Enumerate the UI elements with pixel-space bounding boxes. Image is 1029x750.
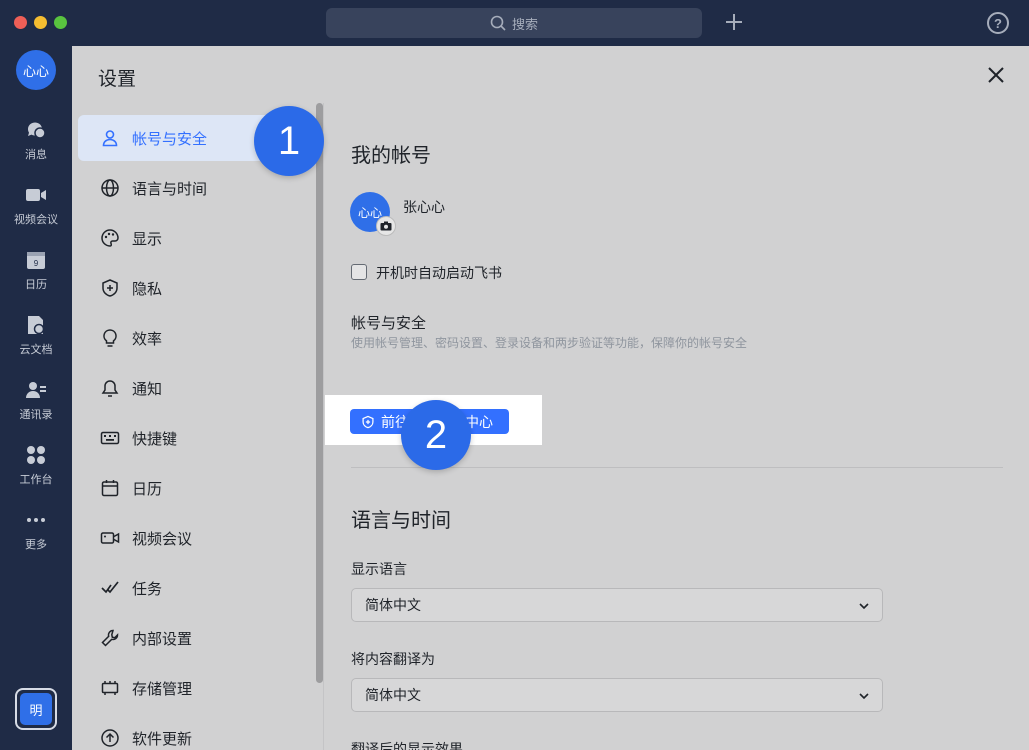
rail-label: 工作台 (19, 474, 53, 486)
update-icon (101, 729, 119, 747)
nav-label: 通知 (132, 380, 163, 398)
nav-item-notifications[interactable]: 通知 (78, 365, 316, 411)
display-language-select[interactable]: 简体中文 (351, 588, 883, 622)
close-icon[interactable] (984, 63, 1008, 87)
rail-item-docs[interactable]: 云文档 (0, 313, 72, 369)
nav-label: 存储管理 (132, 680, 193, 698)
nav-label: 帐号与安全 (132, 130, 208, 148)
storage-icon (101, 681, 119, 695)
section-heading-my-account: 我的帐号 (351, 145, 431, 167)
rail-item-messages[interactable]: 消息 (0, 118, 72, 174)
rail-item-calendar[interactable]: 9 日历 (0, 248, 72, 304)
help-icon[interactable]: ? (987, 12, 1009, 34)
org-avatar-label: 明 (20, 693, 52, 725)
nav-item-storage[interactable]: 存储管理 (78, 665, 316, 711)
nav-label: 显示 (132, 230, 163, 248)
nav-label: 内部设置 (132, 630, 193, 648)
bulb-icon (103, 329, 117, 347)
bell-icon (101, 380, 119, 397)
nav-item-tasks[interactable]: 任务 (78, 565, 316, 611)
nav-label: 视频会议 (132, 530, 193, 548)
chevron-down-icon (859, 603, 869, 610)
nav-item-calendar[interactable]: 日历 (78, 465, 316, 511)
autostart-checkbox[interactable] (351, 264, 367, 280)
palette-icon (101, 229, 119, 247)
rail-label: 消息 (25, 149, 47, 161)
rail-item-video[interactable]: 视频会议 (0, 183, 72, 239)
annotation-badge-1: 1 (254, 106, 324, 176)
nav-item-software-update[interactable]: 软件更新 (78, 715, 316, 750)
video-icon (26, 189, 46, 201)
nav-item-video-meeting[interactable]: 视频会议 (78, 515, 316, 561)
search-icon (490, 15, 506, 31)
app-rail: 心心 消息 视频会议 9 日历 云文档 通讯录 工作台 更多 明 (0, 46, 72, 750)
search-bar[interactable]: 搜索 (326, 8, 702, 38)
shield-icon (362, 415, 374, 428)
nav-label: 语言与时间 (132, 180, 208, 198)
select-value: 简体中文 (365, 597, 421, 613)
close-window-button[interactable] (14, 16, 27, 29)
rail-label: 更多 (25, 539, 47, 551)
calendar-icon: 9 (27, 252, 45, 269)
rail-item-contacts[interactable]: 通讯录 (0, 378, 72, 434)
page-title: 设置 (98, 69, 137, 90)
profile-name: 张心心 (403, 199, 445, 215)
nav-scrollbar[interactable] (316, 103, 323, 683)
avatar[interactable]: 心心 (16, 50, 56, 90)
security-heading: 帐号与安全 (351, 315, 427, 332)
camera-icon[interactable] (376, 216, 396, 236)
nav-item-internal-settings[interactable]: 内部设置 (78, 615, 316, 661)
nav-item-display[interactable]: 显示 (78, 215, 316, 261)
rail-label: 通讯录 (19, 409, 53, 421)
rail-item-more[interactable]: 更多 (0, 508, 72, 564)
maximize-window-button[interactable] (54, 16, 67, 29)
settings-window: 设置 帐号与安全 语言与时间 显示 隐私 效率 通知 快捷键 日历 视频会议 任… (72, 46, 1029, 750)
keyboard-icon (100, 431, 120, 445)
shield-icon (102, 279, 118, 297)
nav-label: 任务 (132, 580, 163, 598)
translate-to-select[interactable]: 简体中文 (351, 678, 883, 712)
user-icon (102, 130, 118, 147)
section-heading-language: 语言与时间 (351, 510, 451, 532)
contacts-icon (26, 382, 46, 398)
apps-icon (27, 446, 45, 464)
rail-label: 日历 (25, 279, 47, 291)
calendar-day: 9 (34, 259, 39, 268)
minimize-window-button[interactable] (34, 16, 47, 29)
globe-icon (101, 179, 119, 197)
rail-item-workplace[interactable]: 工作台 (0, 443, 72, 499)
plus-icon[interactable] (722, 10, 746, 34)
translation-effect-label: 翻译后的显示效果 (351, 741, 463, 750)
search-placeholder: 搜索 (511, 16, 538, 32)
nav-label: 快捷键 (132, 430, 178, 448)
nav-label: 日历 (132, 480, 163, 498)
nav-label: 隐私 (132, 280, 163, 298)
docs-icon (28, 316, 45, 335)
display-language-label: 显示语言 (351, 561, 407, 577)
rail-label: 视频会议 (14, 214, 58, 226)
rail-label: 云文档 (19, 344, 53, 356)
annotation-badge-2: 2 (401, 400, 471, 470)
calendar-icon (101, 480, 119, 497)
nav-item-shortcuts[interactable]: 快捷键 (78, 415, 316, 461)
nav-label: 软件更新 (132, 730, 193, 748)
message-icon (27, 122, 46, 139)
translate-to-label: 将内容翻译为 (351, 651, 435, 667)
nav-item-efficiency[interactable]: 效率 (78, 315, 316, 361)
nav-item-privacy[interactable]: 隐私 (78, 265, 316, 311)
chevron-down-icon (859, 693, 869, 700)
more-icon (27, 518, 45, 522)
security-description: 使用帐号管理、密码设置、登录设备和两步验证等功能，保障你的帐号安全 (351, 336, 748, 350)
settings-nav: 帐号与安全 语言与时间 显示 隐私 效率 通知 快捷键 日历 视频会议 任务 内… (72, 103, 324, 750)
title-bar: 搜索 ? (0, 0, 1029, 46)
autostart-label[interactable]: 开机时自动启动飞书 (376, 263, 502, 283)
check-icon (101, 581, 119, 594)
org-avatar[interactable]: 明 (15, 688, 57, 730)
nav-label: 效率 (132, 330, 163, 348)
wrench-icon (101, 629, 119, 647)
video-icon (100, 532, 120, 544)
select-value: 简体中文 (365, 687, 421, 703)
